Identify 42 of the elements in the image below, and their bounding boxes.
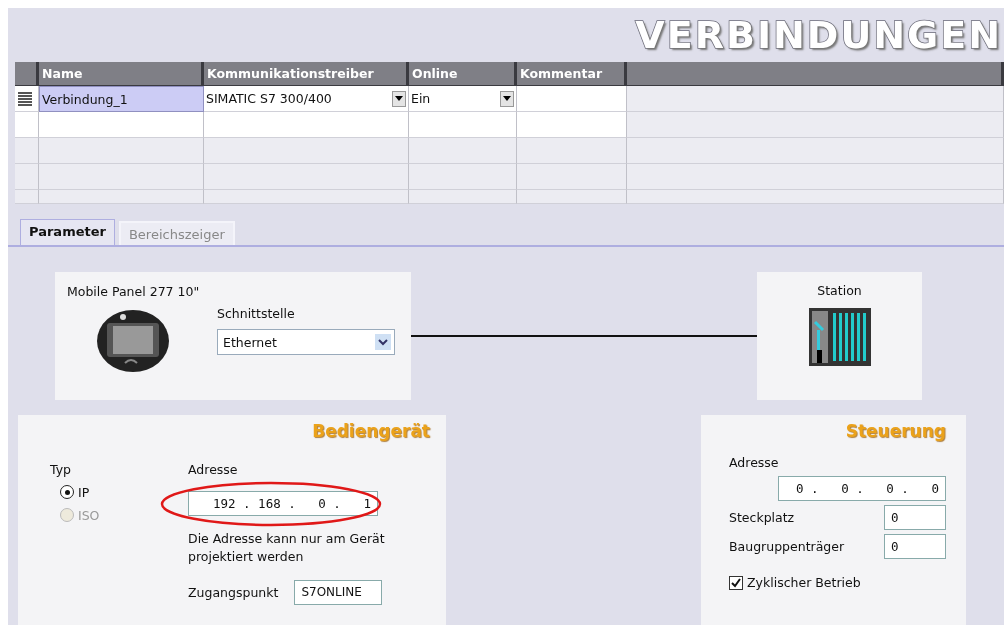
slot-field[interactable]: 0	[884, 505, 946, 530]
address-label: Adresse	[188, 461, 238, 477]
radio-button[interactable]	[60, 485, 74, 499]
driver-dropdown[interactable]: SIMATIC S7 300/400	[204, 86, 409, 112]
interface-label: Schnittstelle	[217, 306, 295, 321]
station-label: Station	[817, 283, 862, 298]
column-header[interactable]: Kommentar	[517, 62, 627, 86]
plc-title: Steuerung	[844, 421, 946, 441]
panel-device-icon	[95, 309, 171, 373]
column-header[interactable]: Online	[409, 62, 517, 86]
radio-label: ISO	[78, 507, 100, 523]
page-title: VERBINDUNGEN	[635, 13, 1002, 57]
slot-label: Steckplatz	[729, 510, 795, 525]
table-cell	[15, 164, 39, 190]
column-header[interactable]: Kommunikationstreiber	[204, 62, 409, 86]
access-point-field[interactable]: S7ONLINE	[294, 579, 383, 605]
hmi-title: Bediengerät	[311, 421, 430, 443]
name-cell[interactable]: Verbindung_1	[39, 86, 204, 112]
column-header[interactable]: Name	[39, 62, 204, 86]
station-rack-icon	[808, 308, 871, 366]
address-note: Die Adresse kann nur am Gerät projektiert werden	[188, 529, 386, 566]
type-label: Typ	[50, 461, 72, 477]
plc-address-label: Adresse	[729, 455, 780, 470]
device-name: Mobile Panel 277 10"	[67, 284, 201, 299]
interface-dropdown[interactable]: Ethernet	[217, 329, 395, 355]
rack-field[interactable]: 0	[884, 534, 946, 559]
checkbox-label: Zyklischer Betrieb	[747, 575, 861, 590]
table-cell	[15, 190, 39, 204]
checkbox[interactable]	[729, 575, 743, 590]
tab[interactable]: Parameter	[20, 219, 115, 245]
radio-label: IP	[78, 484, 90, 500]
ip-address-field[interactable]: 192 . 168 . 0 . 1	[188, 490, 378, 516]
chevron-down-icon[interactable]	[375, 334, 391, 350]
online-dropdown[interactable]: Ein	[409, 86, 517, 112]
access-point-label: Zugangspunkt	[188, 584, 279, 600]
row-handle-icon[interactable]	[17, 91, 33, 106]
caret-icon[interactable]	[500, 90, 514, 107]
rack-label: Baugruppenträger	[729, 539, 845, 554]
column-header	[15, 62, 39, 86]
caret-icon[interactable]	[392, 90, 406, 107]
table-cell	[15, 138, 39, 164]
plc-address-field[interactable]: 0 . 0 . 0 . 0	[778, 476, 946, 501]
